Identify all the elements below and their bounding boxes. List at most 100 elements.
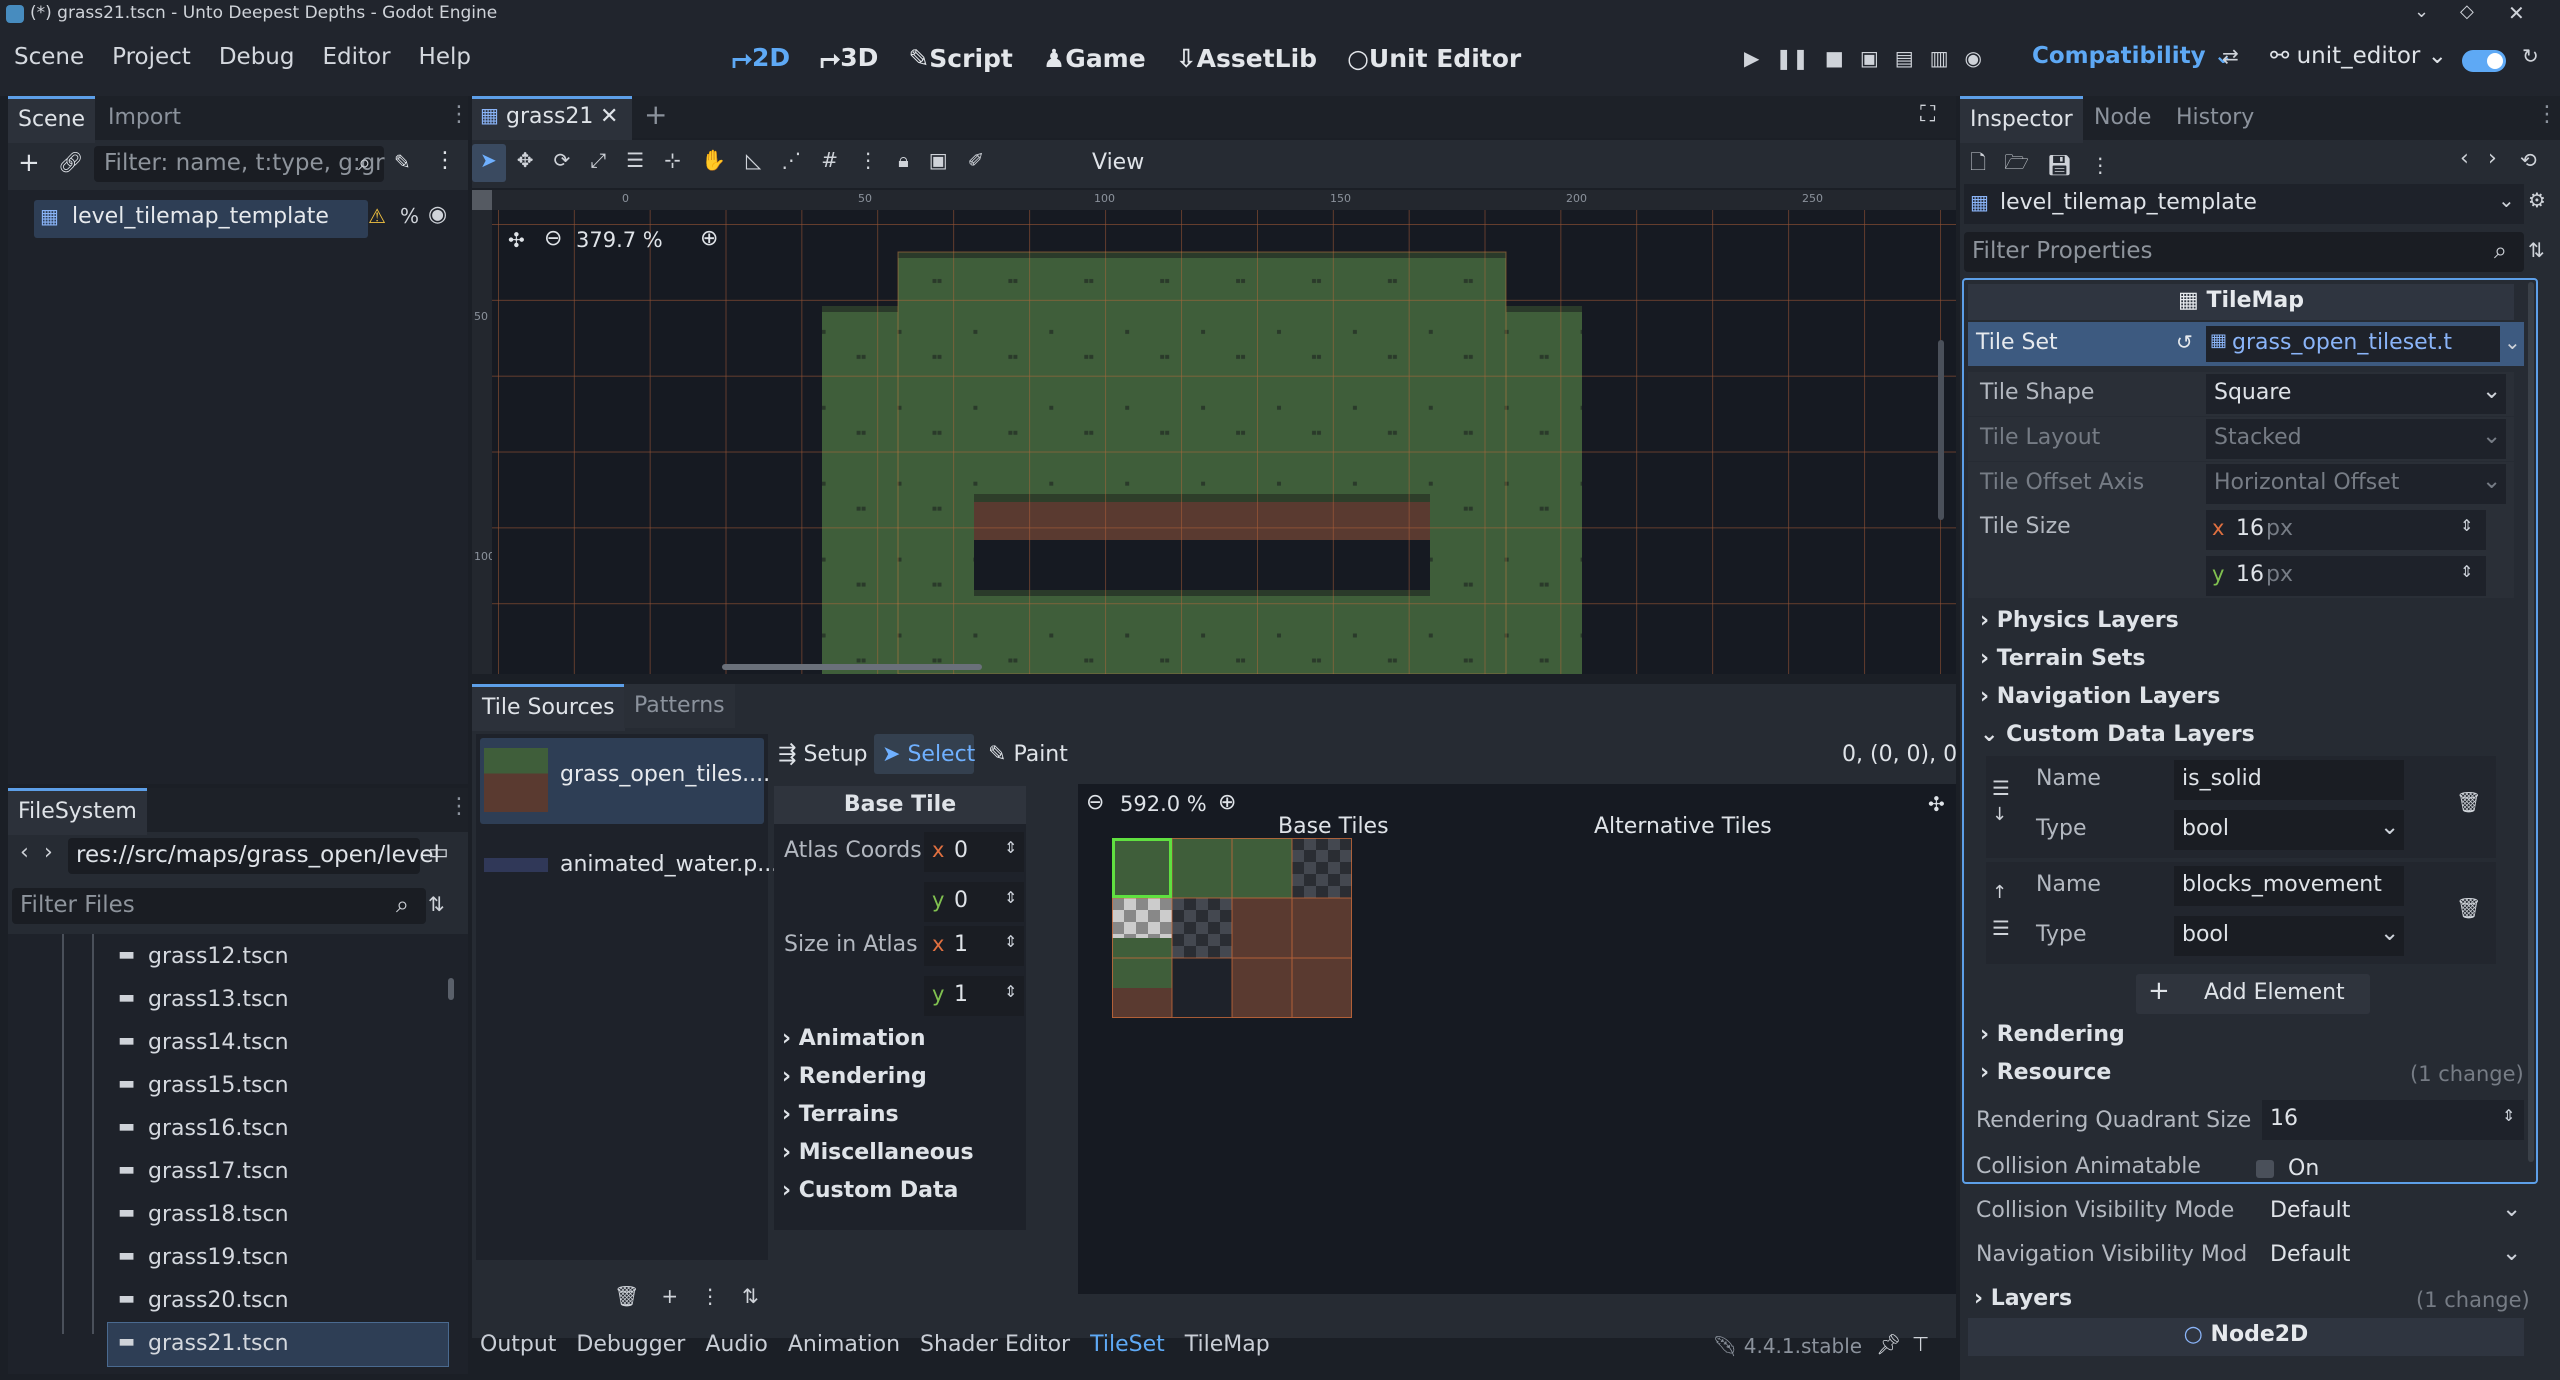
section-miscellaneous[interactable]: › Miscellaneous bbox=[782, 1140, 974, 1165]
stepper-icon[interactable]: ⇕ bbox=[1004, 932, 1017, 951]
file-item[interactable]: ▬ grass14.tscn bbox=[108, 1022, 448, 1065]
pivot-icon[interactable]: ⊹ bbox=[664, 148, 681, 172]
bottom-tab-audio[interactable]: Audio bbox=[705, 1332, 768, 1357]
tab-scene[interactable]: Scene bbox=[8, 96, 96, 143]
add-node-icon[interactable]: + bbox=[18, 148, 40, 178]
history-back-icon[interactable]: ‹ bbox=[2460, 146, 2469, 171]
bottom-tab-tileset[interactable]: TileSet bbox=[1090, 1332, 1165, 1357]
tab-inspector[interactable]: Inspector bbox=[1960, 96, 2083, 143]
workspace-assetlib[interactable]: ⇩AssetLib bbox=[1176, 44, 1317, 73]
visibility-icon[interactable]: ◉ bbox=[428, 202, 447, 227]
tab-history[interactable]: History bbox=[2166, 96, 2264, 140]
tile-size-x[interactable]: x 16 px ⇕ bbox=[2206, 510, 2486, 550]
close-window-icon[interactable]: ✕ bbox=[2508, 1, 2525, 25]
play-scene-icon[interactable]: ▤ bbox=[1895, 46, 1914, 70]
tileset-resource-picker[interactable]: ▦ grass_open_tileset.t bbox=[2206, 326, 2500, 362]
expand-panel-icon[interactable]: ⊤ bbox=[1912, 1332, 1929, 1356]
zoom-level[interactable]: 379.7 % bbox=[576, 228, 663, 252]
layer-name-input[interactable]: blocks_movement bbox=[2174, 866, 2404, 906]
pan-icon[interactable]: ✋ bbox=[701, 148, 726, 172]
warning-icon[interactable]: ⚠ bbox=[368, 204, 386, 228]
menu-help[interactable]: Help bbox=[419, 44, 471, 70]
zoom-in-icon[interactable]: ⊕ bbox=[700, 226, 718, 251]
move-mode-icon[interactable]: ✥ bbox=[517, 148, 534, 172]
property-select[interactable]: Stacked ⌄ bbox=[2206, 419, 2506, 459]
paint-mode-button[interactable]: ✎ Paint bbox=[988, 742, 1068, 767]
tab-node[interactable]: Node bbox=[2084, 96, 2161, 140]
renderer-select[interactable]: Compatibility ⌄ bbox=[2032, 43, 2233, 69]
attach-script-icon[interactable]: ✎ bbox=[394, 150, 411, 174]
minimize-icon[interactable]: ⌄ bbox=[2414, 1, 2429, 22]
group-icon[interactable]: ▣ bbox=[929, 148, 948, 172]
snap-options-icon[interactable]: ⋮ bbox=[858, 148, 878, 172]
editor-layout-icon[interactable]: ⇄ bbox=[2222, 44, 2239, 68]
scene-tab-grass21[interactable]: ▦ grass21 ✕ bbox=[472, 96, 632, 141]
stepper-icon[interactable]: ⇕ bbox=[1004, 982, 1017, 1001]
workspace-3d[interactable]: ⮣3D bbox=[820, 43, 878, 73]
sort-icon[interactable]: ⇅ bbox=[428, 892, 445, 916]
section-resource[interactable]: › Resource bbox=[1980, 1060, 2111, 1085]
dock-menu-icon[interactable]: ⋮ bbox=[2536, 102, 2558, 127]
object-history-icon[interactable]: ⟲ bbox=[2520, 148, 2537, 172]
link-icon[interactable]: 🔗︎ bbox=[58, 150, 83, 174]
movie-maker-icon[interactable]: ◉ bbox=[1965, 46, 1982, 70]
select-mode-button[interactable]: ➤ Select bbox=[874, 734, 975, 774]
file-item[interactable]: ▬ grass17.tscn bbox=[108, 1151, 448, 1194]
skeleton-icon[interactable]: ✐ bbox=[968, 148, 985, 172]
revert-icon[interactable]: ↺ bbox=[2176, 330, 2193, 354]
atlas-view[interactable]: ⊖ 592.0 % ⊕ ✣ Base Tiles Alternative Til… bbox=[1078, 784, 1956, 1294]
menu-project[interactable]: Project bbox=[112, 44, 191, 70]
workspace-script[interactable]: ✎Script bbox=[908, 44, 1013, 73]
toggle-switch[interactable] bbox=[2462, 50, 2506, 72]
maximize-icon[interactable]: ◇ bbox=[2460, 1, 2474, 22]
lock-icon[interactable]: 🔒︎ bbox=[898, 148, 909, 172]
delete-layer-icon[interactable]: 🗑︎ bbox=[2456, 790, 2481, 814]
fs-scrollbar[interactable] bbox=[448, 978, 454, 1000]
add-source-icon[interactable]: + bbox=[661, 1284, 678, 1308]
file-item[interactable]: ▬ grass16.tscn bbox=[108, 1108, 448, 1151]
tile-size-y[interactable]: y 16 px ⇕ bbox=[2206, 556, 2486, 596]
atlas-y-input[interactable]: y 0 ⇕ bbox=[924, 882, 1024, 922]
fs-menu-icon[interactable]: ⋮ bbox=[448, 794, 470, 819]
save-resource-icon[interactable]: 💾︎ bbox=[2047, 153, 2072, 177]
file-item[interactable]: ▬ grass13.tscn bbox=[108, 979, 448, 1022]
section-terrain-sets[interactable]: › Terrain Sets bbox=[1980, 646, 2146, 671]
tab-filesystem[interactable]: FileSystem bbox=[8, 788, 147, 835]
file-item[interactable]: ▬ grass20.tscn bbox=[108, 1280, 448, 1323]
section-rendering[interactable]: › Rendering bbox=[1980, 1022, 2125, 1047]
section-physics-layers[interactable]: › Physics Layers bbox=[1980, 608, 2179, 633]
atlas-zoom-out-icon[interactable]: ⊖ bbox=[1086, 790, 1104, 815]
bottom-tab-debugger[interactable]: Debugger bbox=[576, 1332, 685, 1357]
scene-tree-root[interactable]: ▦ level_tilemap_template bbox=[34, 200, 368, 238]
layer-type-select[interactable]: bool ⌄ bbox=[2174, 916, 2404, 956]
dock-menu-icon[interactable]: ⋮ bbox=[448, 102, 470, 127]
section-custom-data-layers[interactable]: ⌄ Custom Data Layers bbox=[1980, 722, 2255, 747]
ruler-icon[interactable]: ◺ bbox=[746, 148, 761, 172]
resource-dropdown-icon[interactable]: ⌄ bbox=[2504, 330, 2521, 354]
new-tab-icon[interactable]: + bbox=[644, 98, 667, 131]
canvas-viewport[interactable]: 0 50 100 150 200 250 50 100 ✣ ⊖ 379.7 % … bbox=[472, 190, 1956, 674]
rotate-mode-icon[interactable]: ⟳ bbox=[554, 148, 571, 172]
atlas-center-icon[interactable]: ✣ bbox=[1928, 792, 1945, 816]
smart-snap-icon[interactable]: ⋰ bbox=[781, 148, 801, 172]
split-mode-icon[interactable]: ▭ bbox=[428, 840, 449, 865]
stepper-icon[interactable]: ⇕ bbox=[1004, 888, 1017, 907]
file-item[interactable]: ▬ grass15.tscn bbox=[108, 1065, 448, 1108]
forward-icon[interactable]: › bbox=[44, 840, 53, 865]
center-view-icon[interactable]: ✣ bbox=[508, 228, 525, 252]
open-resource-icon[interactable]: 🗁︎ bbox=[2004, 148, 2029, 182]
distraction-free-icon[interactable]: ⛶ bbox=[1920, 102, 1935, 127]
bottom-tab-animation[interactable]: Animation bbox=[788, 1332, 900, 1357]
property-sort-icon[interactable]: ⇅ bbox=[2528, 238, 2545, 262]
layer-name-input[interactable]: is_solid bbox=[2174, 760, 2404, 800]
atlas-zoom-in-icon[interactable]: ⊕ bbox=[1218, 790, 1236, 815]
file-item[interactable]: ▬ grass12.tscn bbox=[108, 936, 448, 979]
bottom-tab-tilemap[interactable]: TileMap bbox=[1185, 1332, 1270, 1357]
section-rendering[interactable]: › Rendering bbox=[782, 1064, 927, 1089]
stepper-icon[interactable]: ⇕ bbox=[2460, 516, 2473, 535]
layer-type-select[interactable]: bool ⌄ bbox=[2174, 810, 2404, 850]
section-layers[interactable]: › Layers bbox=[1974, 1286, 2072, 1311]
sort-sources-icon[interactable]: ⇅ bbox=[742, 1284, 759, 1308]
grid-snap-icon[interactable]: # bbox=[821, 148, 838, 172]
file-item[interactable]: ▬ grass18.tscn bbox=[108, 1194, 448, 1237]
